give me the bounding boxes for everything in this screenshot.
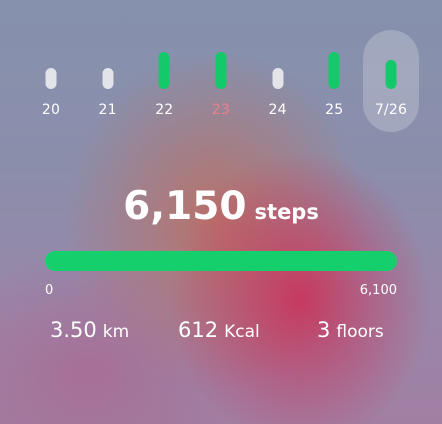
day-item[interactable]: 25 [306, 30, 362, 132]
day-label: 7/26 [374, 102, 408, 118]
floors-value: 3 [317, 318, 331, 342]
day-item-selected[interactable]: 7/26 [362, 30, 419, 132]
distance-unit: km [102, 322, 130, 342]
day-activity-bar [272, 68, 284, 89]
goal-progress-fill [45, 251, 397, 271]
goal-range-min: 0 [45, 283, 54, 298]
day-label: 24 [268, 102, 287, 118]
day-label: 22 [155, 102, 174, 118]
day-label: 21 [98, 102, 117, 118]
day-label: 25 [325, 102, 344, 118]
calories-value: 612 [178, 318, 219, 342]
calories-stat: 612 Kcal [178, 318, 260, 342]
day-item[interactable]: 24 [250, 30, 306, 132]
day-label: 20 [41, 102, 61, 118]
day-activity-bar [158, 52, 170, 89]
day-label: 23 [211, 102, 231, 118]
day-activity-bar [328, 52, 340, 89]
day-activity-bar [45, 68, 57, 89]
calories-unit: Kcal [224, 322, 260, 342]
day-item[interactable]: 23 [193, 30, 249, 132]
day-activity-bar [102, 68, 114, 89]
day-activity-bar [215, 52, 227, 89]
step-count-unit: steps [254, 200, 319, 224]
step-count: 6,150 steps [0, 184, 442, 229]
step-count-value: 6,150 [123, 184, 247, 229]
distance-stat: 3.50 km [50, 318, 129, 342]
day-activity-bar [385, 60, 397, 89]
goal-range-max: 6,100 [359, 283, 397, 298]
day-item[interactable]: 21 [80, 30, 136, 132]
day-selector: 20 21 22 23 24 25 7/26 [23, 30, 419, 132]
day-item[interactable]: 20 [23, 30, 79, 132]
distance-value: 3.50 [50, 318, 97, 342]
goal-progress-bar [45, 251, 397, 271]
day-item[interactable]: 22 [136, 30, 192, 132]
floors-unit: floors [336, 322, 384, 342]
floors-stat: 3 floors [317, 318, 384, 342]
